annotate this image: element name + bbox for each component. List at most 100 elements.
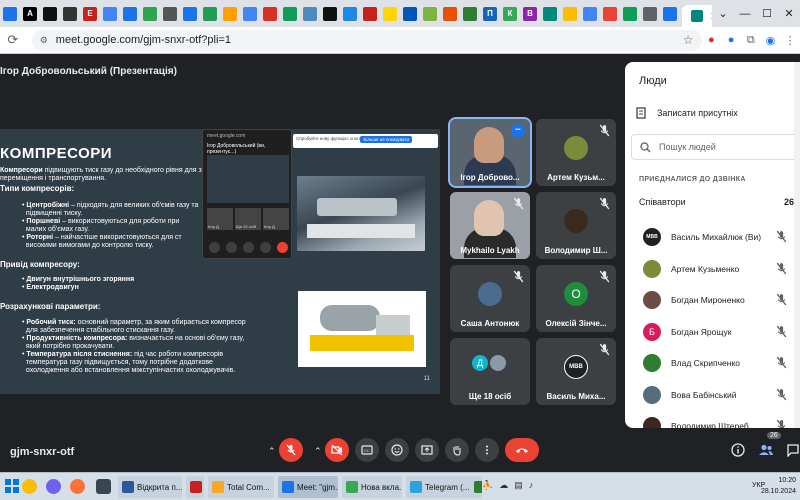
camera-off-button[interactable] bbox=[325, 438, 349, 462]
tab-favicon-icon[interactable] bbox=[403, 6, 417, 21]
people-list-item[interactable]: Володимир Штереб bbox=[643, 416, 798, 428]
leave-call-button[interactable] bbox=[505, 438, 539, 462]
notice-dismiss-button[interactable]: Більше не показувати bbox=[360, 136, 412, 143]
tab-favicon-icon[interactable] bbox=[243, 6, 257, 21]
tab-favicon-icon[interactable] bbox=[443, 6, 457, 21]
tab-favicon-icon[interactable] bbox=[583, 6, 597, 21]
tab-favicon-icon[interactable]: E bbox=[83, 6, 97, 21]
tab-favicon-icon[interactable] bbox=[343, 6, 357, 21]
reload-icon[interactable]: ⟳ bbox=[4, 32, 22, 48]
menu-icon[interactable]: ⋮ bbox=[780, 34, 800, 47]
network-tray-icon[interactable]: ▤ bbox=[514, 480, 523, 491]
participant-tile[interactable]: ••• Ігор Доброво... bbox=[448, 117, 532, 188]
tab-search-icon[interactable]: ⌄ bbox=[712, 7, 734, 20]
tab-favicon-icon[interactable] bbox=[263, 6, 277, 21]
record-attendance-button[interactable]: Записати присутніх bbox=[635, 107, 738, 119]
tab-favicon-icon[interactable] bbox=[303, 6, 317, 21]
presentation-preview-popup[interactable]: meet.google.com Ігор Добровольський (ви,… bbox=[202, 129, 292, 259]
omnibox[interactable]: ⚙ meet.google.com/gjm-snxr-otf?pli=1 ☆ bbox=[31, 29, 702, 51]
extension-icon[interactable]: ● bbox=[721, 34, 741, 46]
minimize-button[interactable]: — bbox=[734, 8, 756, 20]
taskbar-app-button[interactable] bbox=[470, 476, 482, 498]
tab-favicon-icon[interactable] bbox=[623, 6, 637, 21]
taskbar-app-button[interactable]: Telegram (... bbox=[406, 476, 472, 498]
people-list-item[interactable]: Богдан Мироненко bbox=[643, 290, 798, 310]
tab-favicon-icon[interactable] bbox=[323, 6, 337, 21]
tab-favicon-icon[interactable] bbox=[3, 6, 17, 21]
tab-favicon-icon[interactable]: A bbox=[23, 6, 37, 21]
participant-tile[interactable]: Mykhailo Lyakh bbox=[450, 192, 530, 259]
collaborators-group[interactable]: Співавтори 26 bbox=[639, 197, 794, 207]
tab-favicon-icon[interactable] bbox=[663, 6, 677, 21]
participant-tile[interactable]: О Олексій Зінче... bbox=[536, 265, 616, 332]
participant-tile[interactable]: Саша Антонюк bbox=[450, 265, 530, 332]
tile-options-icon[interactable]: ••• bbox=[511, 124, 525, 138]
windows-start-icon[interactable] bbox=[4, 478, 20, 494]
tab-favicon-icon[interactable] bbox=[563, 6, 577, 21]
meeting-info-button[interactable] bbox=[728, 440, 748, 460]
bookmark-star-icon[interactable]: ☆ bbox=[683, 33, 694, 47]
participant-tile[interactable]: Володимир Ш... bbox=[536, 192, 616, 259]
popup-hand-button[interactable] bbox=[243, 242, 254, 253]
tab-favicon-icon[interactable] bbox=[143, 6, 157, 21]
cloud-tray-icon[interactable]: ☁ bbox=[499, 480, 508, 491]
people-scrollbar[interactable] bbox=[794, 62, 800, 428]
viber-taskbar-icon[interactable] bbox=[46, 479, 61, 494]
firefox-taskbar-icon[interactable] bbox=[70, 479, 85, 494]
taskbar-app-button[interactable]: Meet: "gjm... bbox=[278, 476, 338, 498]
captions-button[interactable]: CC bbox=[355, 438, 379, 462]
raise-hand-button[interactable] bbox=[445, 438, 469, 462]
tab-favicon-icon[interactable]: П bbox=[483, 6, 497, 21]
tab-favicon-icon[interactable] bbox=[543, 6, 557, 21]
tab-favicon-icon[interactable] bbox=[383, 6, 397, 21]
tab-favicon-icon[interactable] bbox=[603, 6, 617, 21]
tab-favicon-icon[interactable] bbox=[423, 6, 437, 21]
maximize-button[interactable]: ☐ bbox=[756, 7, 778, 20]
tab-favicon-icon[interactable] bbox=[123, 6, 137, 21]
chrome-taskbar-icon[interactable] bbox=[22, 479, 37, 494]
popup-hangup-button[interactable] bbox=[277, 242, 288, 253]
participant-tile[interactable]: Артем Кузьм... bbox=[536, 119, 616, 186]
tab-favicon-icon[interactable] bbox=[643, 6, 657, 21]
tab-favicon-icon[interactable] bbox=[203, 6, 217, 21]
volume-tray-icon[interactable]: ♪ bbox=[529, 480, 534, 491]
tab-favicon-icon[interactable] bbox=[43, 6, 57, 21]
tab-favicon-icon[interactable] bbox=[183, 6, 197, 21]
tab-favicon-icon[interactable] bbox=[63, 6, 77, 21]
mic-options-chevron[interactable]: ⌃ bbox=[268, 446, 276, 457]
extension-icon[interactable]: ● bbox=[702, 34, 722, 46]
taskbar-app-button[interactable]: Total Com... bbox=[208, 476, 274, 498]
profile-avatar[interactable]: ◉ bbox=[761, 34, 781, 47]
camera-options-chevron[interactable]: ⌃ bbox=[314, 446, 322, 457]
taskbar-app-button[interactable] bbox=[186, 476, 204, 498]
url-text[interactable]: meet.google.com/gjm-snxr-otf?pli=1 bbox=[56, 34, 231, 46]
people-list-item[interactable]: Влад Скрипченко bbox=[643, 353, 798, 373]
participant-tile[interactable]: MBB Василь Миха... bbox=[536, 338, 616, 405]
app-taskbar-icon[interactable] bbox=[96, 479, 111, 494]
tab-favicon-icon[interactable] bbox=[163, 6, 177, 21]
participant-tile[interactable]: Д Ще 18 осіб bbox=[450, 338, 530, 405]
extensions-puzzle-icon[interactable]: ⧉ bbox=[741, 34, 761, 47]
tab-favicon-icon[interactable] bbox=[463, 6, 477, 21]
tab-favicon-icon[interactable]: В bbox=[523, 6, 537, 21]
taskbar-app-button[interactable]: Нова вкла... bbox=[342, 476, 402, 498]
people-list-item[interactable]: Артем Кузьменко bbox=[643, 259, 798, 279]
site-info-icon[interactable]: ⚙ bbox=[40, 35, 48, 46]
people-list-item[interactable]: Б Богдан Ярощук bbox=[643, 322, 798, 342]
emoji-button[interactable] bbox=[385, 438, 409, 462]
tab-favicon-icon[interactable] bbox=[103, 6, 117, 21]
people-search-input[interactable]: Пошук людей bbox=[631, 134, 800, 160]
tab-favicon-icon[interactable] bbox=[363, 6, 377, 21]
people-list-item[interactable]: MBB Василь Михайлюк (Ви) bbox=[643, 227, 798, 247]
people-tray-icon[interactable]: ⛹ bbox=[482, 480, 493, 491]
present-button[interactable] bbox=[415, 438, 439, 462]
tab-favicon-icon[interactable] bbox=[223, 6, 237, 21]
chat-button[interactable] bbox=[783, 440, 800, 460]
mic-off-button[interactable] bbox=[279, 438, 303, 462]
close-window-button[interactable]: ✕ bbox=[778, 7, 800, 20]
people-list-item[interactable]: Вова Бабінський bbox=[643, 385, 798, 405]
tab-favicon-icon[interactable] bbox=[283, 6, 297, 21]
taskbar-app-button[interactable]: Відкрита п... bbox=[118, 476, 182, 498]
people-button[interactable] bbox=[756, 440, 776, 460]
more-options-button[interactable] bbox=[475, 438, 499, 462]
